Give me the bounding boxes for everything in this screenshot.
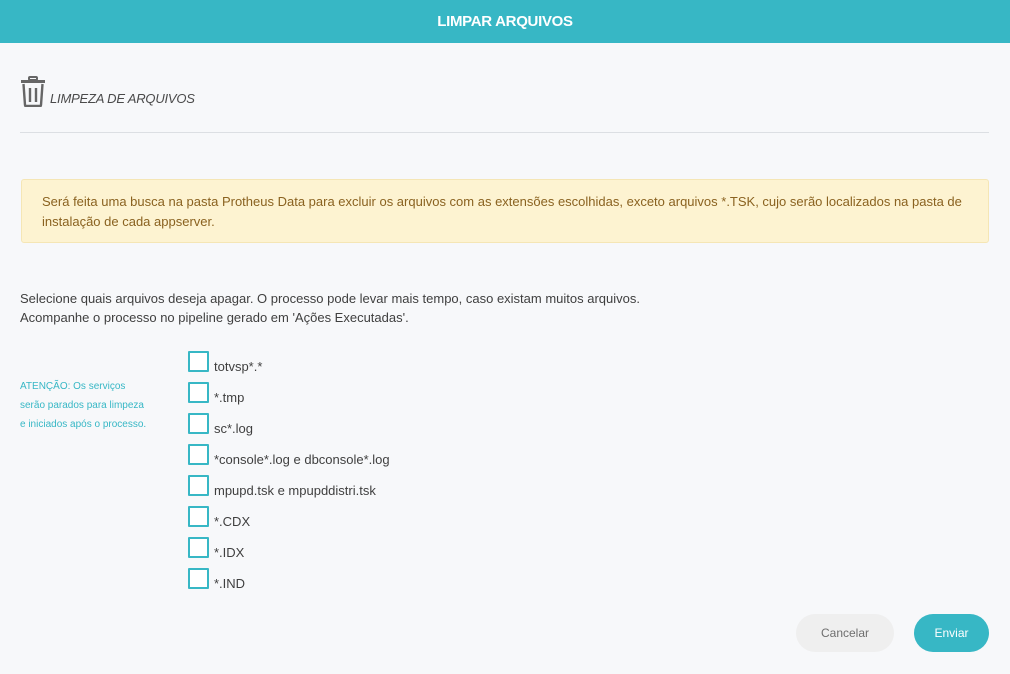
file-options-list: totvsp*.* *.tmp sc*.log *console*.log e … — [188, 351, 390, 599]
option-label: *.IND — [214, 576, 246, 591]
option-mpupd-tsk[interactable]: mpupd.tsk e mpupddistri.tsk — [188, 475, 390, 506]
modal-header: LIMPAR ARQUIVOS — [0, 0, 1010, 43]
modal-title: LIMPAR ARQUIVOS — [437, 13, 573, 30]
option-label: *.IDX — [214, 545, 245, 560]
intro-line-2: Acompanhe o processo no pipeline gerado … — [20, 310, 409, 325]
warning-note: ATENÇÃO: Os serviços serão parados para … — [20, 377, 170, 434]
option-label: *.tmp — [214, 390, 245, 405]
option-ind[interactable]: *.IND — [188, 568, 390, 599]
warning-line-1: ATENÇÃO: Os serviços — [20, 381, 126, 392]
checkbox[interactable] — [188, 537, 209, 558]
checkbox[interactable] — [188, 444, 209, 465]
checkbox[interactable] — [188, 413, 209, 434]
checkbox[interactable] — [188, 351, 209, 372]
checkbox[interactable] — [188, 568, 209, 589]
option-console-log[interactable]: *console*.log e dbconsole*.log — [188, 444, 390, 475]
checkbox[interactable] — [188, 382, 209, 403]
option-label: mpupd.tsk e mpupddistri.tsk — [214, 483, 376, 498]
info-alert: Será feita uma busca na pasta Protheus D… — [21, 179, 989, 243]
section-title: LIMPEZA DE ARQUIVOS — [50, 91, 195, 106]
alert-text: Será feita uma busca na pasta Protheus D… — [42, 194, 962, 229]
option-cdx[interactable]: *.CDX — [188, 506, 390, 537]
option-label: *.CDX — [214, 514, 251, 529]
option-sc-log[interactable]: sc*.log — [188, 413, 390, 444]
option-label: totvsp*.* — [214, 359, 263, 374]
option-label: *console*.log e dbconsole*.log — [214, 452, 390, 467]
cancel-button[interactable]: Cancelar — [796, 614, 894, 652]
warning-line-3: e iniciados após o processo. — [20, 419, 147, 430]
section-header: LIMPEZA DE ARQUIVOS — [20, 76, 195, 107]
option-tmp[interactable]: *.tmp — [188, 382, 390, 413]
option-idx[interactable]: *.IDX — [188, 537, 390, 568]
option-totvsp[interactable]: totvsp*.* — [188, 351, 390, 382]
intro-line-1: Selecione quais arquivos deseja apagar. … — [20, 291, 640, 306]
trash-icon — [21, 76, 45, 107]
intro-text: Selecione quais arquivos deseja apagar. … — [20, 289, 640, 327]
warning-line-2: serão parados para limpeza — [20, 400, 144, 411]
submit-button[interactable]: Enviar — [914, 614, 989, 652]
checkbox[interactable] — [188, 475, 209, 496]
option-label: sc*.log — [214, 421, 254, 436]
section-divider — [20, 132, 989, 133]
checkbox[interactable] — [188, 506, 209, 527]
